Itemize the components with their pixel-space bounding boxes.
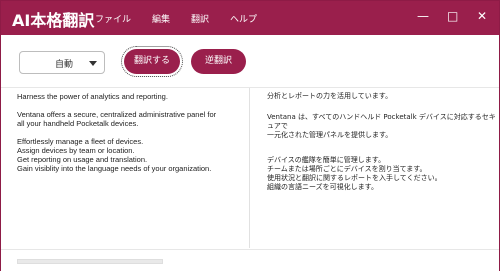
menu-translate[interactable]: 翻訳 bbox=[191, 12, 209, 25]
source-paragraph-2: Ventana offers a secure, centralized adm… bbox=[17, 110, 249, 128]
menu-help[interactable]: ヘルプ bbox=[230, 12, 257, 25]
source-line: Assign devices by team or location. bbox=[17, 146, 135, 155]
target-line: デバイスの艦隊を簡単に管理します。 bbox=[267, 156, 386, 164]
translate-button[interactable]: 翻訳する bbox=[121, 46, 183, 77]
menu-bar: ファイル 編集 翻訳 ヘルプ bbox=[95, 12, 257, 25]
source-paragraph-3: Effortlessly manage a fleet of devices. … bbox=[17, 137, 249, 173]
menu-edit[interactable]: 編集 bbox=[152, 12, 170, 25]
target-paragraph-3: デバイスの艦隊を簡単に管理します。 チームまたは場所ごとにデバイスを割り当てます… bbox=[267, 156, 499, 192]
title-bar: AI本格翻訳 ファイル 編集 翻訳 ヘルプ — □ ✕ bbox=[1, 1, 499, 35]
source-line: Effortlessly manage a fleet of devices. bbox=[17, 137, 144, 146]
app-logo: AI本格翻訳 bbox=[12, 11, 95, 30]
source-line: Ventana offers a secure, centralized adm… bbox=[17, 110, 217, 119]
maximize-icon[interactable]: □ bbox=[447, 10, 458, 22]
source-paragraph-1: Harness the power of analytics and repor… bbox=[17, 92, 168, 101]
source-line: all your handheld Pocketalk devices. bbox=[17, 119, 139, 128]
source-text-pane[interactable]: Harness the power of analytics and repor… bbox=[1, 88, 250, 248]
status-bar bbox=[1, 249, 499, 272]
language-value: 自動 bbox=[55, 60, 74, 70]
target-line: Ventana は、すべてのハンドヘルド Pocketalk デバイスに対応する… bbox=[267, 113, 496, 130]
target-text-pane[interactable]: 分析とレポートの力を活用しています。 Ventana は、すべてのハンドヘルド … bbox=[251, 88, 499, 248]
target-line: チームまたは場所ごとにデバイスを割り当てます。 bbox=[267, 165, 427, 173]
toolbar: 自動 翻訳する 逆翻訳 bbox=[1, 35, 499, 88]
minimize-icon[interactable]: — bbox=[417, 10, 429, 22]
target-line: 使用状況と翻訳に関するレポートを入手してください。 bbox=[267, 174, 442, 182]
progress-bar bbox=[17, 259, 163, 264]
close-icon[interactable]: ✕ bbox=[477, 10, 487, 22]
app-window: AI本格翻訳 ファイル 編集 翻訳 ヘルプ — □ ✕ 自動 翻訳する 逆翻訳 … bbox=[0, 0, 500, 272]
source-line: Get reporting on usage and translation. bbox=[17, 155, 148, 164]
source-line: Gain visiblity into the language needs o… bbox=[17, 164, 212, 173]
target-paragraph-1: 分析とレポートの力を活用しています。 bbox=[267, 92, 393, 100]
target-line: 一元化された管理パネルを提供します。 bbox=[267, 131, 393, 139]
target-line: 組織の言語ニーズを可視化します。 bbox=[267, 183, 378, 191]
target-paragraph-2: Ventana は、すべてのハンドヘルド Pocketalk デバイスに対応する… bbox=[267, 113, 499, 140]
language-dropdown[interactable]: 自動 bbox=[19, 51, 105, 74]
menu-file[interactable]: ファイル bbox=[95, 12, 131, 25]
window-controls: — □ ✕ bbox=[417, 10, 487, 22]
chevron-down-icon bbox=[89, 61, 97, 66]
reverse-translate-button[interactable]: 逆翻訳 bbox=[191, 49, 246, 74]
